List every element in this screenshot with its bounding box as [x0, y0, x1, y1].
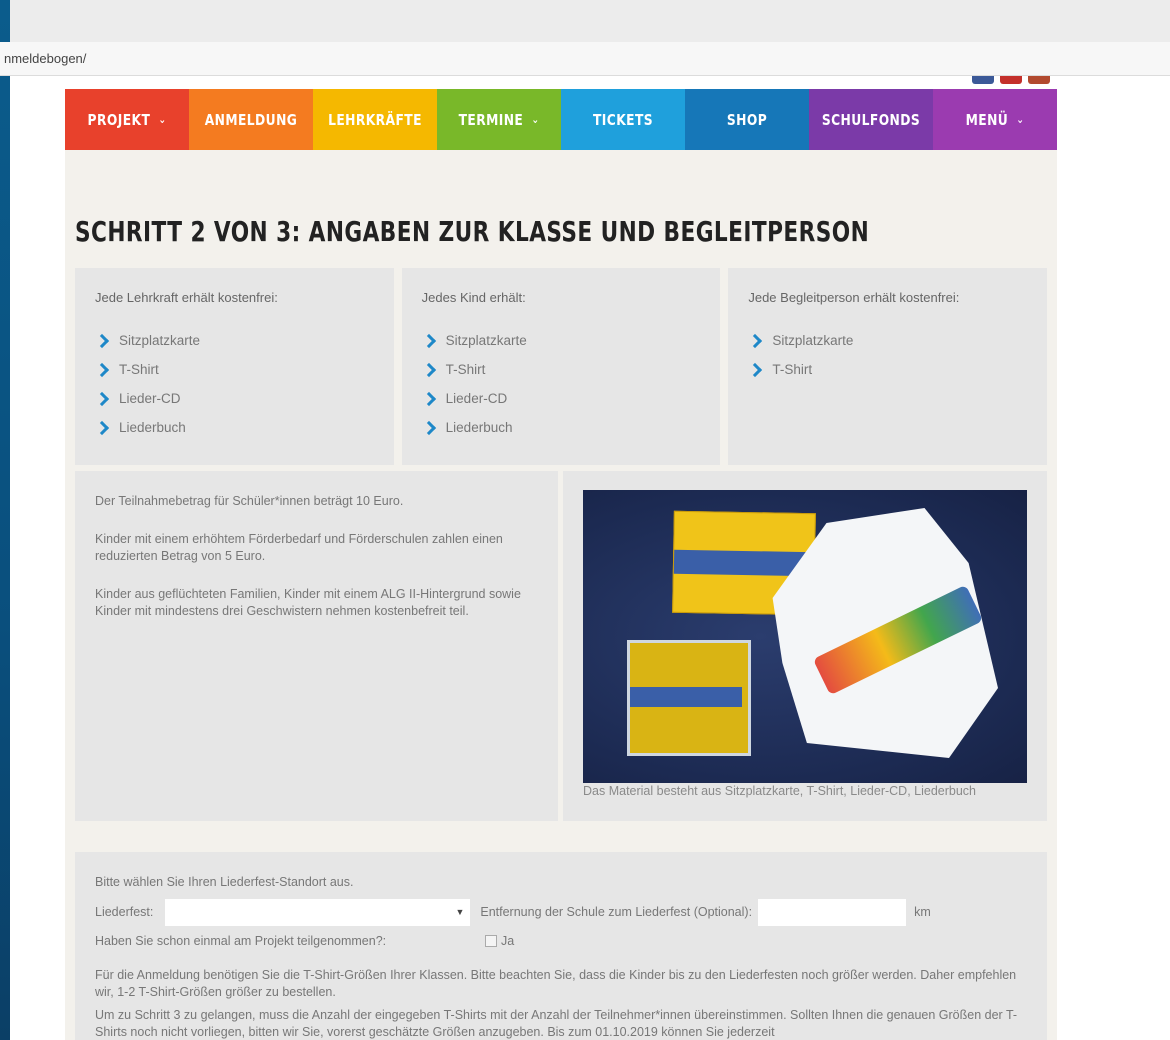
chevron-right-icon: [94, 420, 110, 435]
chevron-down-icon: ▼: [455, 907, 465, 917]
location-row: Liederfest: ▼ Entfernung der Schule zum …: [95, 897, 1027, 927]
cd-image: [627, 640, 751, 756]
address-bar[interactable]: nmeldebogen/: [0, 42, 1170, 76]
nav-item-termine[interactable]: TERMINE ⌄: [437, 89, 561, 150]
nav-item-schulfonds[interactable]: SCHULFONDS: [809, 89, 933, 150]
distance-label: Entfernung der Schule zum Liederfest (Op…: [480, 905, 753, 919]
list-item: Liederbuch: [421, 413, 701, 442]
benefit-list: Sitzplatzkarte T-Shirt Lieder-CD Liederb…: [94, 326, 374, 442]
nav-item-label: TERMINE: [458, 110, 524, 129]
main-navigation: PROJEKT ⌄ ANMELDUNG LEHRKRÄFTE TERMINE ⌄ TICKE…: [65, 89, 1057, 150]
nav-item-menü[interactable]: MENÜ ⌄: [933, 89, 1057, 150]
url-text[interactable]: nmeldebogen/: [4, 51, 86, 66]
nav-item-lehrkräfte[interactable]: LEHRKRÄFTE: [313, 89, 437, 150]
participated-checkbox[interactable]: [485, 935, 497, 947]
list-item: T-Shirt: [748, 355, 1027, 384]
benefit-list: Sitzplatzkarte T-Shirt: [748, 326, 1027, 384]
social-icons: [972, 76, 1050, 84]
list-item-label: Liederbuch: [445, 420, 513, 435]
liederfest-label: Liederfest:: [95, 905, 154, 919]
benefit-intro: Jede Lehrkraft erhält kostenfrei:: [95, 290, 278, 305]
nav-item-label: PROJEKT: [87, 110, 151, 129]
fee-paragraph: Kinder mit einem erhöhtem Förderbedarf u…: [95, 532, 503, 563]
chevron-right-icon: [94, 333, 110, 348]
step3-info: Um zu Schritt 3 zu gelangen, muss die An…: [95, 1008, 1018, 1039]
list-item: Sitzplatzkarte: [94, 326, 374, 355]
distance-unit: km: [914, 905, 931, 919]
chevron-right-icon: [94, 362, 110, 377]
facebook-icon[interactable]: [972, 76, 994, 84]
nav-item-tickets[interactable]: TICKETS: [561, 89, 685, 150]
liederfest-select[interactable]: ▼: [165, 898, 471, 926]
chevron-right-icon: [421, 420, 436, 435]
benefit-intro: Jedes Kind erhält:: [421, 290, 526, 305]
page-viewport: PROJEKT ⌄ ANMELDUNG LEHRKRÄFTE TERMINE ⌄ TICKE…: [10, 76, 1170, 1040]
benefit-box-kind: Jedes Kind erhält: Sitzplatzkarte T-Shir…: [401, 268, 721, 465]
browser-titlebar: [10, 0, 1170, 43]
list-item-label: Liederbuch: [119, 420, 186, 435]
participated-label: Haben Sie schon einmal am Projekt teilge…: [95, 934, 387, 948]
list-item-label: Sitzplatzkarte: [445, 333, 527, 348]
nav-item-label: SHOP: [726, 110, 768, 129]
participated-row: Haben Sie schon einmal am Projekt teilge…: [95, 927, 1027, 955]
nav-item-label: SCHULFONDS: [821, 110, 921, 129]
chevron-down-icon: ⌄: [531, 113, 540, 126]
list-item-label: T-Shirt: [119, 362, 159, 377]
benefits-row: Jede Lehrkraft erhält kostenfrei: Sitzpl…: [75, 268, 1048, 465]
nav-item-label: ANMELDUNG: [204, 110, 298, 129]
list-item-label: T-Shirt: [445, 362, 486, 377]
distance-input[interactable]: [758, 898, 907, 926]
nav-item-label: TICKETS: [592, 110, 654, 129]
list-item-label: Sitzplatzkarte: [119, 333, 201, 348]
list-item-label: Sitzplatzkarte: [772, 333, 854, 348]
page-title: SCHRITT 2 VON 3: ANGABEN ZUR KLASSE UND …: [75, 215, 870, 248]
mail-icon[interactable]: [1028, 76, 1050, 84]
chevron-right-icon: [421, 333, 436, 348]
chevron-right-icon: [748, 362, 763, 377]
form-intro: Bitte wählen Sie Ihren Liederfest-Stando…: [95, 875, 354, 889]
chevron-right-icon: [748, 333, 763, 348]
list-item-label: Lieder-CD: [119, 391, 181, 406]
list-item: T-Shirt: [94, 355, 374, 384]
content-page: PROJEKT ⌄ ANMELDUNG LEHRKRÄFTE TERMINE ⌄ TICKE…: [65, 89, 1057, 1040]
benefit-list: Sitzplatzkarte T-Shirt Lieder-CD Liederb…: [421, 326, 701, 442]
benefit-box-begleitperson: Jede Begleitperson erhält kostenfrei: Si…: [728, 268, 1048, 465]
list-item: T-Shirt: [421, 355, 701, 384]
material-photo: [583, 490, 1027, 783]
nav-item-label: MENÜ: [965, 110, 1009, 129]
list-item: Sitzplatzkarte: [748, 326, 1027, 355]
list-item: Liederbuch: [94, 413, 374, 442]
youtube-icon[interactable]: [1000, 76, 1022, 84]
nav-item-projekt[interactable]: PROJEKT ⌄: [65, 89, 189, 150]
shirt-size-info: Für die Anmeldung benötigen Sie die T-Sh…: [95, 968, 1017, 999]
list-item-label: T-Shirt: [772, 362, 813, 377]
list-item: Lieder-CD: [94, 384, 374, 413]
nav-item-label: LEHRKRÄFTE: [328, 110, 422, 129]
chevron-down-icon: ⌄: [1016, 113, 1025, 126]
benefit-intro: Jede Begleitperson erhält kostenfrei:: [748, 290, 960, 305]
registration-form: Bitte wählen Sie Ihren Liederfest-Stando…: [75, 852, 1047, 1040]
chevron-right-icon: [421, 391, 436, 406]
list-item-label: Lieder-CD: [445, 391, 508, 406]
list-item: Sitzplatzkarte: [421, 326, 701, 355]
list-item: Lieder-CD: [421, 384, 701, 413]
benefit-box-lehrkraft: Jede Lehrkraft erhält kostenfrei: Sitzpl…: [75, 268, 394, 465]
fee-paragraph: Kinder aus geflüchteten Familien, Kinder…: [95, 587, 521, 618]
material-panel: Das Material besteht aus Sitzplatzkarte,…: [563, 471, 1047, 821]
chevron-right-icon: [94, 391, 110, 406]
fee-info: Der Teilnahmebetrag für Schüler*innen be…: [75, 471, 558, 821]
fee-paragraph: Der Teilnahmebetrag für Schüler*innen be…: [95, 494, 404, 508]
chevron-down-icon: ⌄: [158, 113, 167, 126]
nav-item-shop[interactable]: SHOP: [685, 89, 809, 150]
participated-option: Ja: [501, 934, 515, 948]
chevron-right-icon: [421, 362, 436, 377]
nav-item-anmeldung[interactable]: ANMELDUNG: [189, 89, 313, 150]
photo-caption: Das Material besteht aus Sitzplatzkarte,…: [583, 784, 977, 798]
